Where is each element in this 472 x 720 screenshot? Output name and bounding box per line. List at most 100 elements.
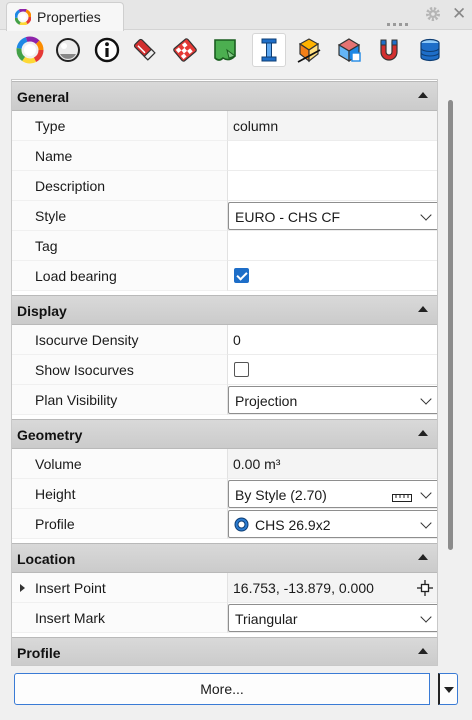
plan-visibility-label: Plan Visibility	[35, 392, 118, 408]
name-label: Name	[35, 148, 73, 164]
expand-arrow-icon[interactable]	[20, 584, 25, 592]
description-label: Description	[35, 178, 106, 194]
database-stack-icon	[420, 38, 440, 62]
row-plan-visibility: Plan Visibility Projection	[12, 385, 437, 415]
row-insert-mark: Insert Mark Triangular	[12, 603, 437, 633]
object-color-button[interactable]	[13, 33, 47, 67]
style-value: EURO - CHS CF	[235, 209, 340, 225]
tab-title: Properties	[37, 9, 101, 25]
isocurve-density-label: Isocurve Density	[35, 332, 139, 348]
description-field[interactable]	[227, 171, 437, 201]
section-geometry-header[interactable]: Geometry	[12, 419, 437, 449]
section-location-header[interactable]: Location	[12, 543, 437, 573]
section-title: Location	[17, 551, 76, 567]
attribute-button[interactable]	[128, 33, 162, 67]
texture-mapping-button[interactable]	[168, 33, 202, 67]
chevron-down-icon	[420, 393, 432, 405]
row-insert-point: Insert Point 16.753, -13.879, 0.000	[12, 573, 437, 603]
height-dropdown[interactable]: By Style (2.70)	[228, 480, 437, 508]
profile-label: Profile	[35, 516, 75, 532]
plan-visibility-value: Projection	[235, 393, 298, 409]
material-sphere-icon	[56, 38, 80, 62]
green-surface-icon	[214, 39, 237, 61]
more-dropdown-button[interactable]	[438, 673, 458, 705]
section-profile-header[interactable]: Profile	[12, 637, 437, 665]
magnet-snap-icon	[380, 39, 398, 61]
profile-dropdown[interactable]: CHS 26.9x2	[228, 510, 437, 538]
row-style: Style EURO - CHS CF	[12, 201, 437, 231]
pencil-attribute-icon	[133, 38, 156, 61]
tag-field[interactable]	[227, 231, 437, 261]
profile-value: CHS 26.9x2	[255, 517, 331, 533]
section-title: General	[17, 89, 70, 105]
circular-profile-icon	[234, 517, 249, 535]
drag-grip-icon[interactable]	[387, 13, 411, 26]
collapse-arrow-icon[interactable]	[418, 306, 428, 312]
chevron-down-icon	[444, 687, 454, 693]
isocurve-density-value: 0	[233, 332, 241, 348]
chevron-down-icon	[420, 209, 432, 221]
chevron-down-icon	[420, 611, 432, 623]
row-name: Name	[12, 141, 437, 171]
insert-mark-dropdown[interactable]: Triangular	[228, 604, 437, 632]
pick-point-icon[interactable]	[417, 580, 433, 599]
gear-icon[interactable]	[424, 5, 442, 23]
info-icon	[94, 37, 120, 63]
section-display-header[interactable]: Display	[12, 295, 437, 325]
collapse-arrow-icon[interactable]	[418, 648, 428, 654]
row-description: Description	[12, 171, 437, 201]
load-bearing-label: Load bearing	[35, 268, 117, 284]
isocurve-density-field[interactable]: 0	[227, 325, 437, 355]
clipping-drafting-icon	[297, 38, 321, 63]
chevron-down-icon	[420, 487, 432, 499]
section-title: Geometry	[17, 427, 83, 443]
database-button[interactable]	[413, 33, 447, 67]
row-type: Type column	[12, 111, 437, 141]
texture-mapping-icon	[173, 38, 197, 62]
volume-label: Volume	[35, 456, 82, 472]
row-profile: Profile CHS 26.9x2	[12, 509, 437, 539]
style-dropdown[interactable]: EURO - CHS CF	[228, 202, 437, 230]
properties-panel: General Type column Name Description Sty…	[11, 79, 438, 666]
snap-button[interactable]	[372, 33, 406, 67]
object-info-button[interactable]	[90, 33, 124, 67]
row-tag: Tag	[12, 231, 437, 261]
close-icon[interactable]: ✕	[452, 4, 466, 24]
type-value-cell: column	[227, 111, 437, 141]
collapse-arrow-icon[interactable]	[418, 430, 428, 436]
height-value: By Style (2.70)	[235, 487, 327, 503]
tab-strip: Properties ✕	[0, 0, 472, 31]
column-i-beam-icon	[261, 38, 277, 62]
material-button[interactable]	[51, 33, 85, 67]
color-wheel-icon	[14, 8, 32, 26]
drafting-button[interactable]	[292, 33, 326, 67]
more-split-button: More...	[14, 673, 458, 705]
plan-visibility-dropdown[interactable]: Projection	[228, 386, 437, 414]
row-load-bearing: Load bearing	[12, 261, 437, 291]
tab-properties[interactable]: Properties	[6, 2, 124, 31]
section-title: Profile	[17, 645, 61, 661]
name-field[interactable]	[227, 141, 437, 171]
row-height: Height By Style (2.70)	[12, 479, 437, 509]
surface-button[interactable]	[208, 33, 242, 67]
show-isocurves-label: Show Isocurves	[35, 362, 134, 378]
row-isocurve-density: Isocurve Density 0	[12, 325, 437, 355]
collapse-arrow-icon[interactable]	[418, 92, 428, 98]
load-bearing-checkbox[interactable]	[234, 268, 249, 283]
block-link-button[interactable]	[332, 33, 366, 67]
style-label: Style	[35, 208, 67, 224]
column-properties-button[interactable]	[252, 33, 286, 67]
more-button[interactable]: More...	[14, 673, 430, 705]
insert-mark-value: Triangular	[235, 611, 298, 627]
type-value: column	[233, 118, 279, 134]
height-label: Height	[35, 486, 76, 502]
ruler-icon[interactable]	[392, 490, 412, 506]
volume-value-cell: 0.00 m³	[227, 449, 437, 479]
insert-point-value: 16.753, -13.879, 0.000	[233, 580, 374, 596]
section-general-header[interactable]: General	[12, 81, 437, 111]
show-isocurves-checkbox[interactable]	[234, 362, 249, 377]
collapse-arrow-icon[interactable]	[418, 554, 428, 560]
volume-value: 0.00 m³	[233, 456, 281, 472]
cube-link-icon	[337, 38, 361, 63]
scrollbar-thumb[interactable]	[448, 100, 453, 550]
